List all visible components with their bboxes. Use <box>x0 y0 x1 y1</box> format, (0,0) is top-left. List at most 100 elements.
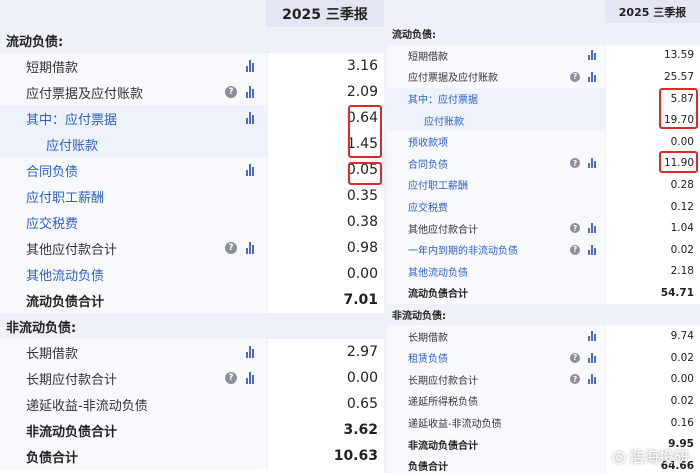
row-value: 0.16 <box>605 411 700 434</box>
table-row: 预收款项 0.00 <box>387 131 700 153</box>
bar-chart-icon[interactable] <box>246 60 254 72</box>
section-header-row: 非流动负债: <box>0 313 384 339</box>
row-value: 2.18 <box>605 260 700 283</box>
table-row: 应付职工薪酬 0.28 <box>387 174 700 196</box>
section-header-row: 非流动负债: <box>387 303 700 326</box>
row-value: 0.00 <box>605 131 700 153</box>
question-circle-icon[interactable]: ? <box>225 242 237 254</box>
table-row: 短期借款 3.16 <box>0 53 384 79</box>
row-label: 流动负债合计 <box>387 282 626 304</box>
table-row: 递延所得税负债 0.02 <box>387 390 700 412</box>
table-row: 应付票据及应付账款? 2.09 <box>0 79 384 105</box>
row-value <box>605 23 700 45</box>
row-label-link[interactable]: 应付账款 <box>0 131 312 157</box>
table-row: 应付账款 1.45 <box>0 131 384 157</box>
row-label-link[interactable]: 其他流动负债 <box>387 260 626 283</box>
row-value: 0.00 <box>267 365 384 391</box>
table-row: 长期应付款合计? 0.00 <box>0 365 384 391</box>
row-value: 0.00 <box>267 261 384 287</box>
question-circle-icon[interactable]: ? <box>570 352 580 363</box>
total-row: 流动负债合计 7.01 <box>0 287 384 313</box>
total-row: 流动负债合计 54.71 <box>387 282 700 304</box>
row-label-link[interactable]: 预收款项 <box>387 131 626 153</box>
row-label-link[interactable]: 其他流动负债 <box>0 261 292 287</box>
row-value: 1.04 <box>605 217 700 239</box>
table-row: 应交税费 0.38 <box>0 209 384 235</box>
table-header: 2025 三季报 <box>387 0 700 23</box>
row-value <box>605 303 700 326</box>
table-row: 其中：应付票据 0.64 <box>0 105 384 131</box>
row-label: 负债合计 <box>0 443 292 469</box>
bar-chart-icon[interactable] <box>246 86 254 98</box>
bar-chart-icon[interactable] <box>246 346 254 358</box>
right-balance-sheet-panel: 2025 三季报 流动负债: 短期借款 13.59 应付票据及应付账款? 25.57 其中… <box>387 0 700 473</box>
period-header: 2025 三季报 <box>605 0 700 23</box>
row-value: 2.97 <box>267 339 384 365</box>
table-row: 合同负债? 11.90 <box>387 152 700 175</box>
table-row: 其他流动负债 0.00 <box>0 261 384 287</box>
question-circle-icon[interactable]: ? <box>225 86 237 98</box>
bar-chart-icon[interactable] <box>588 158 596 169</box>
row-label: 递延收益-非流动负债 <box>0 391 292 417</box>
row-value: 0.28 <box>605 174 700 196</box>
header-label-cell <box>387 0 605 23</box>
table-row: 长期应付款合计? 0.00 <box>387 368 700 391</box>
row-value: 19.70 <box>605 109 700 131</box>
bar-chart-icon[interactable] <box>246 164 254 176</box>
row-value: 0.05 <box>267 157 384 183</box>
bar-chart-icon[interactable] <box>588 244 596 255</box>
row-label-link[interactable]: 其中：应付票据 <box>387 87 626 110</box>
question-circle-icon[interactable]: ? <box>570 244 580 255</box>
table-row: 合同负债 0.05 <box>0 157 384 183</box>
row-value: 3.16 <box>267 53 384 79</box>
row-value: 0.64 <box>267 105 384 131</box>
table-row: 应付票据及应付账款? 25.57 <box>387 66 700 88</box>
row-value: 0.35 <box>267 183 384 209</box>
row-label-link[interactable]: 应付账款 <box>387 109 642 131</box>
row-value: 25.57 <box>605 66 700 88</box>
question-circle-icon[interactable]: ? <box>225 372 237 384</box>
row-label-link[interactable]: 应交税费 <box>0 209 292 235</box>
left-balance-sheet-panel: 2025 三季报 流动负债: 短期借款 3.16 应付票据及应付账款? 2.09 其中：应… <box>0 0 384 473</box>
table-row: 长期借款 2.97 <box>0 339 384 365</box>
table-header: 2025 三季报 <box>0 0 384 27</box>
row-label: 非流动负债: <box>387 303 610 326</box>
bar-chart-icon[interactable] <box>588 50 596 61</box>
bar-chart-icon[interactable] <box>246 112 254 124</box>
weibo-logo-icon: ◎ <box>612 447 626 466</box>
row-value: 0.65 <box>267 391 384 417</box>
bar-chart-icon[interactable] <box>588 223 596 234</box>
bar-chart-icon[interactable] <box>588 374 596 385</box>
total-row: 非流动负债合计 3.62 <box>0 417 384 443</box>
row-value: 11.90 <box>605 152 700 175</box>
row-value: 10.63 <box>267 443 384 469</box>
bar-chart-icon[interactable] <box>588 352 596 363</box>
bar-chart-icon[interactable] <box>588 71 596 82</box>
period-header: 2025 三季报 <box>266 0 384 27</box>
row-label: 非流动负债: <box>0 313 272 339</box>
row-value: 5.87 <box>605 87 700 110</box>
row-value: 0.02 <box>605 239 700 261</box>
row-label-link[interactable]: 应付职工薪酬 <box>0 183 292 209</box>
row-label: 流动负债合计 <box>0 287 292 313</box>
table-row: 递延收益-非流动负债 0.16 <box>387 411 700 434</box>
row-value: 13.59 <box>605 44 700 67</box>
row-value: 0.38 <box>267 209 384 235</box>
table-row: 其中：应付票据 5.87 <box>387 87 700 110</box>
bar-chart-icon[interactable] <box>588 331 596 342</box>
row-label-link[interactable]: 应交税费 <box>387 195 626 218</box>
table-row: 一年内到期的非流动负债? 0.02 <box>387 239 700 261</box>
total-row: 负债合计 10.63 <box>0 443 384 469</box>
bar-chart-icon[interactable] <box>246 242 254 254</box>
row-label: 流动负债: <box>0 27 272 53</box>
row-value: 0.00 <box>605 368 700 391</box>
table-row: 短期借款 13.59 <box>387 44 700 67</box>
row-value <box>267 313 384 339</box>
watermark: ◎ 浩海投研 <box>612 446 689 467</box>
row-label-link[interactable]: 应付职工薪酬 <box>387 174 626 196</box>
question-circle-icon[interactable]: ? <box>570 71 580 82</box>
row-label: 非流动负债合计 <box>0 417 292 443</box>
row-value: 0.12 <box>605 195 700 218</box>
watermark-text: 浩海投研 <box>628 448 689 466</box>
bar-chart-icon[interactable] <box>246 372 254 384</box>
